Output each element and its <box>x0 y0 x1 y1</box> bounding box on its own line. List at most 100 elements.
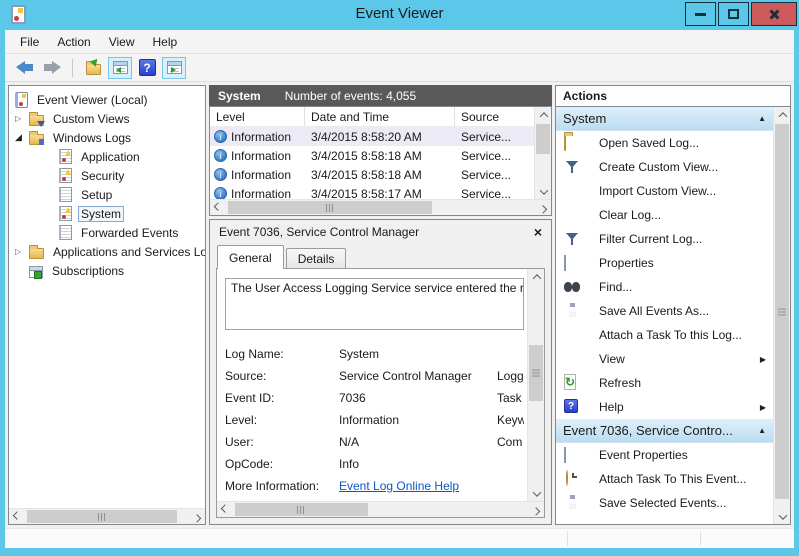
action-find[interactable]: Find... <box>556 275 773 299</box>
scroll-down-button[interactable] <box>528 486 544 501</box>
main-area: Event Viewer (Local) ▷ Custom Views ◢ Wi… <box>5 82 794 528</box>
collapse-section-icon[interactable]: ▲ <box>758 426 766 435</box>
action-attach-task-to-event[interactable]: Attach Task To This Event... <box>556 467 773 491</box>
scroll-up-button[interactable] <box>774 107 790 122</box>
event-log-online-help-link[interactable]: Event Log Online Help <box>339 479 459 493</box>
tree-item-applications-and-services-logs[interactable]: ▷ Applications and Services Lo <box>9 242 205 261</box>
tree-item-windows-logs[interactable]: ◢ Windows Logs <box>9 128 205 147</box>
action-open-saved-log[interactable]: Open Saved Log... <box>556 131 773 155</box>
tree-item-custom-views[interactable]: ▷ Custom Views <box>9 109 205 128</box>
information-icon <box>214 168 227 181</box>
action-properties[interactable]: Properties <box>556 251 773 275</box>
events-table: Level Date and Time Source Information 3… <box>209 106 552 216</box>
scroll-down-button[interactable] <box>535 184 551 199</box>
scroll-down-button[interactable] <box>774 509 790 524</box>
minimize-button[interactable] <box>685 2 716 26</box>
tree-item-application[interactable]: Application <box>9 147 205 166</box>
back-button[interactable] <box>13 57 37 79</box>
event-detail-panel: Event 7036, Service Control Manager × Ge… <box>209 219 552 525</box>
detail-horizontal-scrollbar[interactable] <box>217 501 544 517</box>
log-icon <box>59 168 72 183</box>
event-row[interactable]: Information 3/4/2015 8:58:20 AM Service.… <box>210 127 534 146</box>
chevron-up-icon <box>532 273 541 283</box>
log-plain-icon <box>59 225 72 240</box>
blank-icon <box>564 207 580 223</box>
maximize-icon <box>728 9 739 19</box>
close-button[interactable] <box>751 2 797 26</box>
actions-section-event-7036[interactable]: Event 7036, Service Contro... ▲ <box>556 419 773 443</box>
scroll-up-button[interactable] <box>528 269 544 284</box>
scroll-up-button[interactable] <box>535 107 551 122</box>
scroll-left-button[interactable] <box>9 509 25 524</box>
console-tree-panel: Event Viewer (Local) ▷ Custom Views ◢ Wi… <box>8 85 206 525</box>
tree-item-forwarded-events[interactable]: Forwarded Events <box>9 223 205 242</box>
tab-general[interactable]: General <box>217 245 284 269</box>
menu-help[interactable]: Help <box>144 31 187 53</box>
menu-action[interactable]: Action <box>48 31 99 53</box>
log-name: System <box>218 88 261 103</box>
action-help[interactable]: Help ▶ <box>556 395 773 419</box>
help-button[interactable] <box>135 57 159 79</box>
action-refresh[interactable]: Refresh <box>556 371 773 395</box>
tree-item-event-viewer-local[interactable]: Event Viewer (Local) <box>9 90 205 109</box>
collapse-section-icon[interactable]: ▲ <box>758 114 766 123</box>
scroll-thumb[interactable] <box>775 124 789 499</box>
tree-item-system[interactable]: System <box>9 204 205 223</box>
scroll-thumb[interactable] <box>536 124 550 154</box>
actions-section-system[interactable]: System ▲ <box>556 107 773 131</box>
action-create-custom-view[interactable]: Create Custom View... <box>556 155 773 179</box>
events-vertical-scrollbar[interactable] <box>534 107 551 199</box>
tree-item-security[interactable]: Security <box>9 166 205 185</box>
title-bar: Event Viewer <box>0 0 799 30</box>
action-view[interactable]: View ▶ <box>556 347 773 371</box>
expander-collapsed-icon[interactable]: ▷ <box>15 114 29 123</box>
action-event-properties[interactable]: Event Properties <box>556 443 773 467</box>
event-viewer-icon <box>15 91 28 108</box>
expander-collapsed-icon[interactable]: ▷ <box>15 247 29 256</box>
show-console-tree-button[interactable] <box>108 56 132 79</box>
tree-item-subscriptions[interactable]: Subscriptions <box>9 261 205 280</box>
scroll-thumb[interactable] <box>228 201 432 214</box>
scroll-thumb[interactable] <box>235 503 368 516</box>
field-row: Level: Information Keyw <box>225 413 524 427</box>
export-log-button[interactable] <box>81 56 105 79</box>
tree-item-setup[interactable]: Setup <box>9 185 205 204</box>
scroll-right-button[interactable] <box>535 200 551 215</box>
chevron-right-icon <box>538 204 548 214</box>
event-row[interactable]: Information 3/4/2015 8:58:18 AM Service.… <box>210 146 534 165</box>
forward-button[interactable] <box>40 57 64 79</box>
scroll-right-button[interactable] <box>189 509 205 524</box>
event-row[interactable]: Information 3/4/2015 8:58:17 AM Service.… <box>210 184 534 199</box>
scroll-right-button[interactable] <box>528 502 544 517</box>
show-action-pane-button[interactable] <box>162 56 186 79</box>
action-save-selected-events[interactable]: Save Selected Events... <box>556 491 773 515</box>
column-header-date-time[interactable]: Date and Time <box>305 107 455 126</box>
scroll-left-button[interactable] <box>210 200 226 215</box>
scroll-left-button[interactable] <box>217 502 233 517</box>
column-header-source[interactable]: Source <box>455 107 534 126</box>
action-attach-task-to-log[interactable]: Attach a Task To this Log... <box>556 323 773 347</box>
actions-vertical-scrollbar[interactable] <box>773 107 790 524</box>
event-detail-header: Event 7036, Service Control Manager × <box>210 220 551 244</box>
event-row[interactable]: Information 3/4/2015 8:58:18 AM Service.… <box>210 165 534 184</box>
tab-details[interactable]: Details <box>285 248 347 268</box>
menu-file[interactable]: File <box>11 31 48 53</box>
log-plain-icon <box>59 187 72 202</box>
expander-expanded-icon[interactable]: ◢ <box>15 132 29 143</box>
action-clear-log[interactable]: Clear Log... <box>556 203 773 227</box>
column-header-level[interactable]: Level <box>210 107 305 126</box>
event-description[interactable]: The User Access Logging Service service … <box>225 278 524 330</box>
maximize-button[interactable] <box>718 2 749 26</box>
close-detail-icon[interactable]: × <box>534 225 542 239</box>
action-import-custom-view[interactable]: Import Custom View... <box>556 179 773 203</box>
scroll-thumb[interactable] <box>529 344 543 402</box>
events-horizontal-scrollbar[interactable] <box>210 199 551 215</box>
scroll-thumb[interactable] <box>27 510 177 523</box>
action-filter-current-log[interactable]: Filter Current Log... <box>556 227 773 251</box>
action-save-all-events-as[interactable]: Save All Events As... <box>556 299 773 323</box>
menu-view[interactable]: View <box>100 31 144 53</box>
menu-bar: File Action View Help <box>5 30 794 54</box>
detail-vertical-scrollbar[interactable] <box>527 269 544 501</box>
tree-horizontal-scrollbar[interactable] <box>9 508 205 524</box>
field-row: Event ID: 7036 Task <box>225 391 522 405</box>
